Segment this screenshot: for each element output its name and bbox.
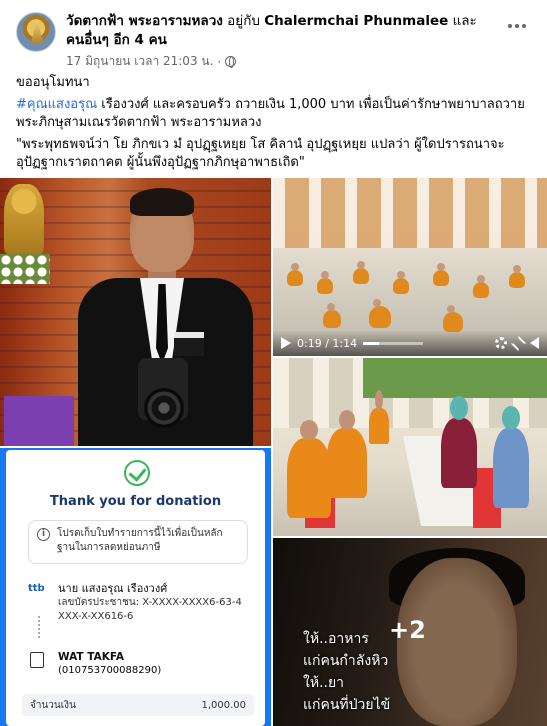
check-icon xyxy=(124,460,150,486)
receipt-from: ttb นาย แสงอรุณ เรืองวงศ์ เลขบัตรประชาชน… xyxy=(28,582,258,642)
media-grid: 0:19 / 1:14 Thank you for donation i โปร… xyxy=(0,178,547,726)
play-icon[interactable] xyxy=(281,337,291,349)
photographer-figure xyxy=(78,188,253,446)
trees xyxy=(363,358,547,398)
post-text-line1: ขออนุโมทนา xyxy=(16,75,90,90)
to-id: (010753700088290) xyxy=(58,665,162,676)
monk-figure xyxy=(369,299,391,328)
monk-figure xyxy=(317,271,333,294)
meta-separator: · xyxy=(217,54,222,69)
monk-figure xyxy=(433,263,449,286)
from-details: นาย แสงอรุณ เรืองวงศ์ เลขบัตรประชาชน: X-… xyxy=(58,582,258,624)
tagged-person-link[interactable]: Chalermchai Phunmalee xyxy=(264,13,448,29)
page-avatar[interactable] xyxy=(16,12,56,52)
post-text: ขออนุโมทนา #คุณแสงอรุณ เรืองวงศ์ และครอบ… xyxy=(16,74,536,176)
receipt-title: Thank you for donation xyxy=(49,494,222,509)
more-icon xyxy=(508,24,512,28)
meme-caption: ให้..อาหาร แก่คนกำลังหิว ให้..ยา แก่คนที… xyxy=(303,628,463,716)
flowers xyxy=(0,254,50,284)
receipt-amount-row: จำนวนเงิน 1,000.00 xyxy=(22,694,254,716)
more-photos-count[interactable]: +2 xyxy=(389,616,426,644)
photo-more-overlay[interactable]: ให้..อาหาร แก่คนกำลังหิว ให้..ยา แก่คนที… xyxy=(273,538,547,726)
post-meta: 17 มิถุนายน เวลา 21:03 น. · xyxy=(66,52,237,71)
amount-label: จำนวนเงิน xyxy=(30,699,76,711)
post-header: วัดตากฟ้า พระอารามหลวง อยู่กับ Chalermch… xyxy=(16,12,531,69)
camera-flash xyxy=(174,332,204,356)
monk-figure xyxy=(443,305,463,332)
amount-value: 1,000.00 xyxy=(201,699,246,711)
receipt-icon xyxy=(30,652,44,668)
buddha-statue xyxy=(4,184,44,254)
monk-figure xyxy=(393,271,409,294)
monk-figure xyxy=(353,261,369,284)
monk-figure xyxy=(369,390,389,444)
receipt-info-text: โปรดเก็บใบทำรายการนี้ไว้เพื่อเป็นหลักฐาน… xyxy=(57,528,223,553)
bank-logo: ttb xyxy=(28,583,45,594)
photo-monks-clinic[interactable] xyxy=(273,358,547,536)
with-label: อยู่กับ xyxy=(227,13,260,29)
volume-icon[interactable] xyxy=(530,337,539,349)
photo-donation-receipt[interactable]: Thank you for donation i โปรดเก็บใบทำราย… xyxy=(0,448,271,726)
meme-caption-line: แก่คนกำลังหิว xyxy=(303,653,389,669)
video-progress-bar[interactable] xyxy=(363,341,424,345)
meme-caption-line: ให้..ยา xyxy=(303,675,345,691)
post-quote: "พระพุทธพจน์ว่า โย ภิกขเว มํ อุปฏฺฐเหยฺย… xyxy=(16,137,505,170)
from-account: XXX-X-XX616-6 xyxy=(58,611,134,622)
others-link[interactable]: คนอื่นๆ อีก 4 คน xyxy=(66,32,167,48)
gear-icon[interactable] xyxy=(495,337,507,349)
author-line: วัดตากฟ้า พระอารามหลวง อยู่กับ Chalermch… xyxy=(66,12,496,50)
from-id: เลขบัตรประชาชน: X-XXXX-XXXX6-63-4 xyxy=(58,597,242,608)
more-options-button[interactable] xyxy=(503,16,531,36)
info-icon: i xyxy=(37,528,50,541)
monk-figure xyxy=(287,263,303,286)
from-name: นาย แสงอรุณ เรืองวงศ์ xyxy=(58,582,168,595)
video-progress-fill xyxy=(363,341,379,345)
monk-figure xyxy=(323,303,341,328)
monk-figure xyxy=(473,275,489,298)
hashtag-link[interactable]: #คุณแสงอรุณ xyxy=(16,97,97,112)
camera-lens xyxy=(144,388,184,428)
meme-caption-line: แก่คนที่ป่วยไข้ xyxy=(303,697,391,713)
globe-icon xyxy=(225,56,237,68)
post-text-paragraph: #คุณแสงอรุณ เรืองวงศ์ และครอบครัว ถวายเง… xyxy=(16,96,536,132)
video-monks-hall[interactable]: 0:19 / 1:14 xyxy=(273,178,547,356)
video-time: 0:19 / 1:14 xyxy=(297,336,358,350)
to-name: WAT TAKFA xyxy=(58,651,124,663)
nurse-figure xyxy=(441,396,477,488)
receipt-card: Thank you for donation i โปรดเก็บใบทำราย… xyxy=(6,450,265,726)
more-icon-dot xyxy=(522,24,526,28)
more-icon-dot xyxy=(515,24,519,28)
post-timestamp[interactable]: 17 มิถุนายน เวลา 21:03 น. xyxy=(66,52,213,71)
transfer-dots xyxy=(38,616,40,638)
meme-caption-line: ให้..อาหาร xyxy=(303,631,369,647)
purple-cloth xyxy=(4,396,74,446)
monk-figure xyxy=(327,410,367,498)
receipt-to: WAT TAKFA (010753700088290) xyxy=(28,650,258,686)
to-details: WAT TAKFA (010753700088290) xyxy=(58,650,161,678)
video-controls: 0:19 / 1:14 xyxy=(273,330,547,356)
nurse-figure xyxy=(493,406,529,508)
facebook-post: วัดตากฟ้า พระอารามหลวง อยู่กับ Chalermch… xyxy=(0,0,547,726)
photo-photographer[interactable] xyxy=(0,178,271,446)
monk-figure xyxy=(287,420,331,518)
expand-icon[interactable] xyxy=(510,335,527,351)
hall-pillars xyxy=(273,178,547,258)
page-name-link[interactable]: วัดตากฟ้า พระอารามหลวง xyxy=(66,13,223,29)
receipt-info-box: i โปรดเก็บใบทำรายการนี้ไว้เพื่อเป็นหลักฐ… xyxy=(28,520,248,564)
and-label: และ xyxy=(452,13,477,29)
hair xyxy=(130,188,194,216)
monk-figure xyxy=(509,265,525,288)
